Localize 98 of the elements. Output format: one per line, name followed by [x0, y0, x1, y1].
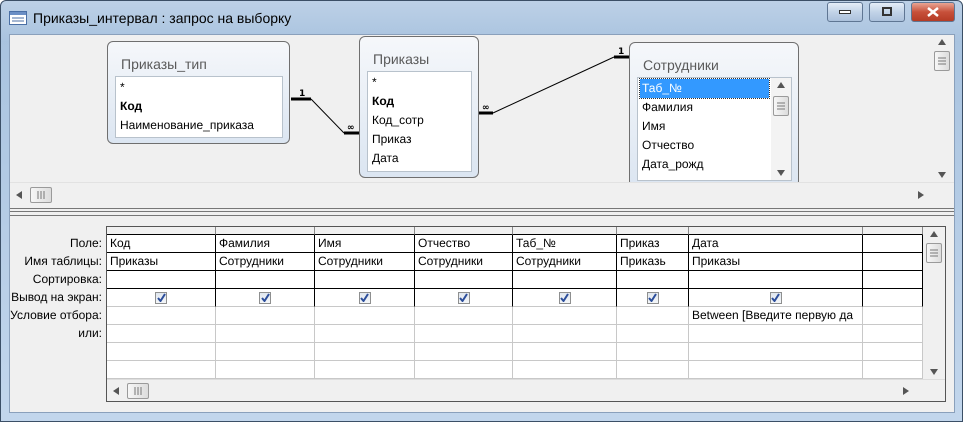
- field-item[interactable]: Дата: [370, 149, 469, 168]
- table-box[interactable]: Сотрудники Таб_№ Фамилия Имя Отчество Дата_рожд: [629, 42, 799, 182]
- field-item[interactable]: Фамилия: [640, 98, 769, 117]
- query-icon: [9, 10, 27, 24]
- scroll-right-icon[interactable]: [903, 386, 909, 394]
- field-item[interactable]: Код: [370, 92, 469, 111]
- field-item[interactable]: Наименование_приказа: [118, 116, 280, 135]
- row-label: Поле:: [70, 235, 102, 252]
- column-selector[interactable]: [415, 227, 513, 235]
- row-label: Вывод на экран:: [11, 289, 102, 306]
- table-box[interactable]: Приказы * Код Код_сотр Приказ Дата: [359, 36, 479, 178]
- relationship-line: [291, 98, 359, 134]
- grid-cell-text[interactable]: Сотрудники: [418, 253, 483, 270]
- scroll-up-icon[interactable]: [930, 231, 938, 237]
- scroll-left-icon[interactable]: [16, 191, 22, 199]
- maximize-icon: [882, 7, 892, 16]
- cardinality-label: ∞: [347, 123, 354, 133]
- grid-cell[interactable]: [216, 271, 315, 289]
- grid-cell-text[interactable]: Фамилия: [219, 235, 270, 252]
- scroll-down-icon[interactable]: [938, 172, 946, 178]
- scrollbar-thumb[interactable]: [30, 187, 52, 203]
- table-title: Приказы: [372, 50, 430, 69]
- grid-cell[interactable]: [513, 289, 617, 307]
- grid-cell-text[interactable]: Отчество: [418, 235, 470, 252]
- scroll-down-icon[interactable]: [777, 170, 785, 176]
- column-selector[interactable]: [315, 227, 415, 235]
- grid-cell-text[interactable]: Сотрудники: [516, 253, 581, 270]
- show-checkbox[interactable]: [458, 292, 470, 304]
- column-selector[interactable]: [863, 227, 923, 235]
- field-item[interactable]: Имя: [640, 117, 769, 136]
- field-item[interactable]: Приказ: [370, 130, 469, 149]
- window-title: Приказы_интервал : запрос на выборку: [33, 10, 292, 26]
- grid-cell[interactable]: [617, 271, 689, 289]
- close-button[interactable]: [911, 2, 955, 22]
- show-checkbox[interactable]: [770, 292, 782, 304]
- minimize-button[interactable]: [827, 2, 863, 22]
- show-checkbox[interactable]: [155, 292, 167, 304]
- cardinality-label: 1: [618, 47, 624, 57]
- show-checkbox[interactable]: [558, 292, 570, 304]
- show-checkbox[interactable]: [259, 292, 271, 304]
- table-title: Сотрудники: [642, 56, 720, 75]
- grid-cell-text[interactable]: Приказы: [110, 253, 158, 270]
- grid-cell-text[interactable]: Приказ: [620, 235, 660, 252]
- scroll-right-icon[interactable]: [918, 191, 924, 199]
- column-selector[interactable]: [689, 227, 863, 235]
- minimize-icon: [839, 10, 851, 14]
- table-box[interactable]: Приказы_тип * Код Наименование_приказа: [107, 41, 290, 144]
- column-selector[interactable]: [617, 227, 689, 235]
- field-item[interactable]: Отчество: [640, 136, 769, 155]
- scrollbar[interactable]: [771, 78, 791, 180]
- grid-cell-text[interactable]: Сотрудники: [219, 253, 284, 270]
- scrollbar-thumb[interactable]: [926, 243, 942, 263]
- grid-cell[interactable]: [415, 271, 513, 289]
- grid-cell[interactable]: [617, 289, 689, 307]
- scroll-down-icon[interactable]: [930, 369, 938, 375]
- grid-cell-text[interactable]: Приказь: [620, 253, 666, 270]
- grid-cell-text[interactable]: Таб_№: [516, 235, 556, 252]
- scroll-up-icon[interactable]: [777, 82, 785, 88]
- grid-cell[interactable]: [689, 271, 863, 289]
- grid-cell[interactable]: [689, 289, 863, 307]
- row-label: Имя таблицы:: [24, 253, 102, 270]
- grid-cell[interactable]: [216, 289, 315, 307]
- grid-cell-text[interactable]: Дата: [692, 235, 719, 252]
- column-selector[interactable]: [107, 227, 216, 235]
- pane-splitter[interactable]: [10, 208, 954, 216]
- grid-cell-text[interactable]: Сотрудники: [318, 253, 383, 270]
- row-label: Условие отбора:: [10, 307, 102, 324]
- grid-cell-text[interactable]: Имя: [318, 235, 342, 252]
- close-icon: [927, 6, 939, 16]
- field-item[interactable]: Код_сотр: [370, 111, 469, 130]
- grid-cell[interactable]: [415, 289, 513, 307]
- row-label: или:: [78, 325, 102, 342]
- field-item[interactable]: Дата_рожд: [640, 155, 769, 174]
- column-selector[interactable]: [216, 227, 315, 235]
- scrollbar-thumb[interactable]: [127, 382, 149, 398]
- grid-cell[interactable]: [107, 271, 216, 289]
- grid-cell-text[interactable]: Between [Введите первую да: [692, 307, 854, 324]
- grid-cell[interactable]: [315, 271, 415, 289]
- field-item[interactable]: *: [370, 73, 469, 92]
- scroll-left-icon[interactable]: [113, 386, 119, 394]
- grid-cell[interactable]: [513, 271, 617, 289]
- field-item[interactable]: *: [118, 78, 280, 97]
- show-checkbox[interactable]: [646, 292, 658, 304]
- maximize-button[interactable]: [869, 2, 905, 22]
- grid-cell[interactable]: [315, 289, 415, 307]
- scrollbar-thumb[interactable]: [773, 96, 789, 116]
- row-label: Сортировка:: [32, 271, 102, 288]
- grid-cell[interactable]: [107, 289, 216, 307]
- grid-cell-text[interactable]: Код: [110, 235, 130, 252]
- scroll-up-icon[interactable]: [938, 39, 946, 45]
- field-item[interactable]: Код: [118, 97, 280, 116]
- show-checkbox[interactable]: [358, 292, 370, 304]
- cardinality-label: ∞: [482, 103, 490, 113]
- column-selector[interactable]: [513, 227, 617, 235]
- grid-cell-text[interactable]: Приказы: [692, 253, 740, 270]
- cardinality-label: 1: [299, 89, 306, 99]
- scrollbar-thumb[interactable]: [934, 51, 950, 71]
- table-title: Приказы_тип: [120, 55, 208, 74]
